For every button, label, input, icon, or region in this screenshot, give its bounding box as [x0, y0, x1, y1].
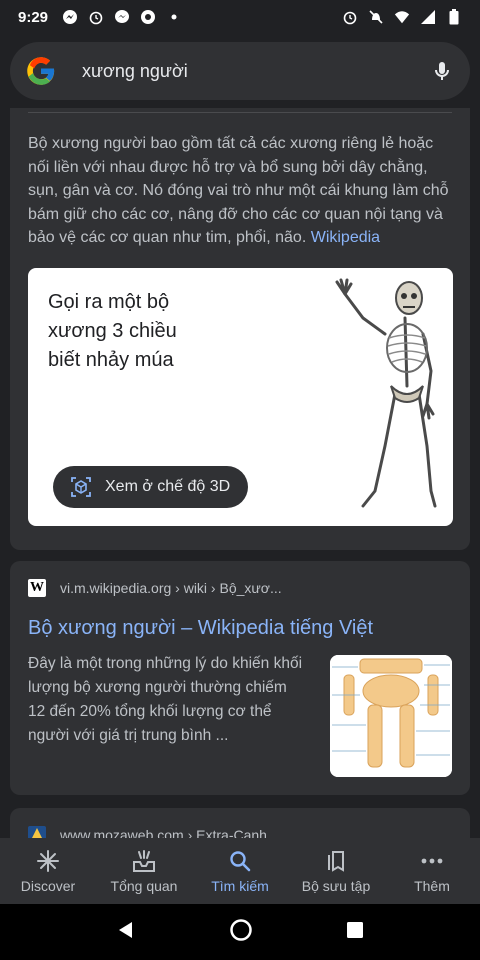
search-icon: [227, 848, 253, 874]
alarm-set-icon: [342, 9, 358, 25]
status-bar: 9:29: [0, 0, 480, 34]
description-text: Bộ xương người bao gồm tất cả các xương …: [28, 135, 449, 246]
search-result-card[interactable]: W vi.m.wikipedia.org › wiki › Bộ_xươ... …: [10, 561, 470, 795]
result-title-link[interactable]: Bộ xương người – Wikipedia tiếng Việt: [28, 617, 373, 640]
android-navigation-bar: [0, 904, 480, 960]
signal-icon: [420, 9, 436, 25]
status-time: 9:29: [18, 8, 49, 26]
google-logo-icon[interactable]: [26, 56, 56, 86]
3d-cube-icon: [69, 475, 93, 499]
inbox-icon: [131, 848, 157, 874]
do-not-disturb-icon: [368, 9, 384, 25]
battery-icon: [446, 9, 462, 25]
nav-label: Tìm kiếm: [211, 878, 269, 894]
search-input[interactable]: xương người: [82, 61, 430, 82]
view-in-3d-label: Xem ở chế độ 3D: [105, 478, 231, 495]
microphone-icon[interactable]: [430, 59, 454, 83]
result-thumbnail-image[interactable]: [330, 655, 452, 777]
dancing-skeleton-image: [335, 278, 437, 508]
knowledge-description: Bộ xương người bao gồm tất cả các xương …: [28, 132, 454, 250]
app-notification-icon: [140, 9, 156, 25]
nav-label: Discover: [20, 878, 76, 894]
mozaweb-favicon-icon: [28, 826, 46, 838]
nav-overview[interactable]: Tổng quan: [96, 838, 192, 904]
search-bar[interactable]: xương người: [10, 42, 470, 100]
nav-label: Thêm: [414, 878, 450, 894]
result-url: vi.m.wikipedia.org › wiki › Bộ_xươ...: [60, 580, 282, 596]
nav-collections[interactable]: Bộ sưu tập: [288, 838, 384, 904]
nav-label: Tổng quan: [110, 878, 178, 894]
result-source: www.mozaweb.com › Extra-Canh: [28, 826, 267, 838]
nav-discover[interactable]: Discover: [0, 838, 96, 904]
messenger-notification-icon: [62, 9, 78, 25]
search-result-card[interactable]: www.mozaweb.com › Extra-Canh: [10, 808, 470, 838]
nav-more[interactable]: Thêm: [384, 838, 480, 904]
bottom-navigation: Discover Tổng quan Tìm kiếm Bộ sưu tập T…: [0, 838, 480, 904]
skeleton-3d-card[interactable]: Gọi ra một bộ xương 3 chiều biết nhảy mú…: [28, 268, 453, 526]
asterisk-icon: [35, 848, 61, 874]
skeleton-card-title: Gọi ra một bộ xương 3 chiều biết nhảy mú…: [48, 291, 177, 371]
search-results[interactable]: Bộ xương người bao gồm tất cả các xương …: [0, 108, 480, 838]
messenger-icon: [114, 9, 130, 25]
more-notifications-dot-icon: [166, 9, 182, 25]
wikipedia-favicon-icon: W: [28, 579, 46, 597]
knowledge-panel-card: Bộ xương người bao gồm tất cả các xương …: [10, 108, 470, 550]
home-icon[interactable]: [229, 918, 253, 947]
result-snippet: Đây là một trong những lý do khiến khối …: [28, 655, 303, 744]
back-icon[interactable]: [116, 920, 136, 945]
recents-icon[interactable]: [346, 921, 364, 944]
view-in-3d-button[interactable]: Xem ở chế độ 3D: [53, 466, 248, 508]
result-source: W vi.m.wikipedia.org › wiki › Bộ_xươ...: [28, 579, 282, 597]
collections-icon: [323, 848, 349, 874]
divider: [28, 112, 452, 113]
nav-search[interactable]: Tìm kiếm: [192, 838, 288, 904]
more-icon: [419, 848, 445, 874]
wikipedia-link[interactable]: Wikipedia: [311, 229, 380, 246]
nav-label: Bộ sưu tập: [301, 878, 371, 894]
result-url: www.mozaweb.com › Extra-Canh: [60, 827, 267, 838]
alarm-icon: [88, 9, 104, 25]
wifi-icon: [394, 9, 410, 25]
